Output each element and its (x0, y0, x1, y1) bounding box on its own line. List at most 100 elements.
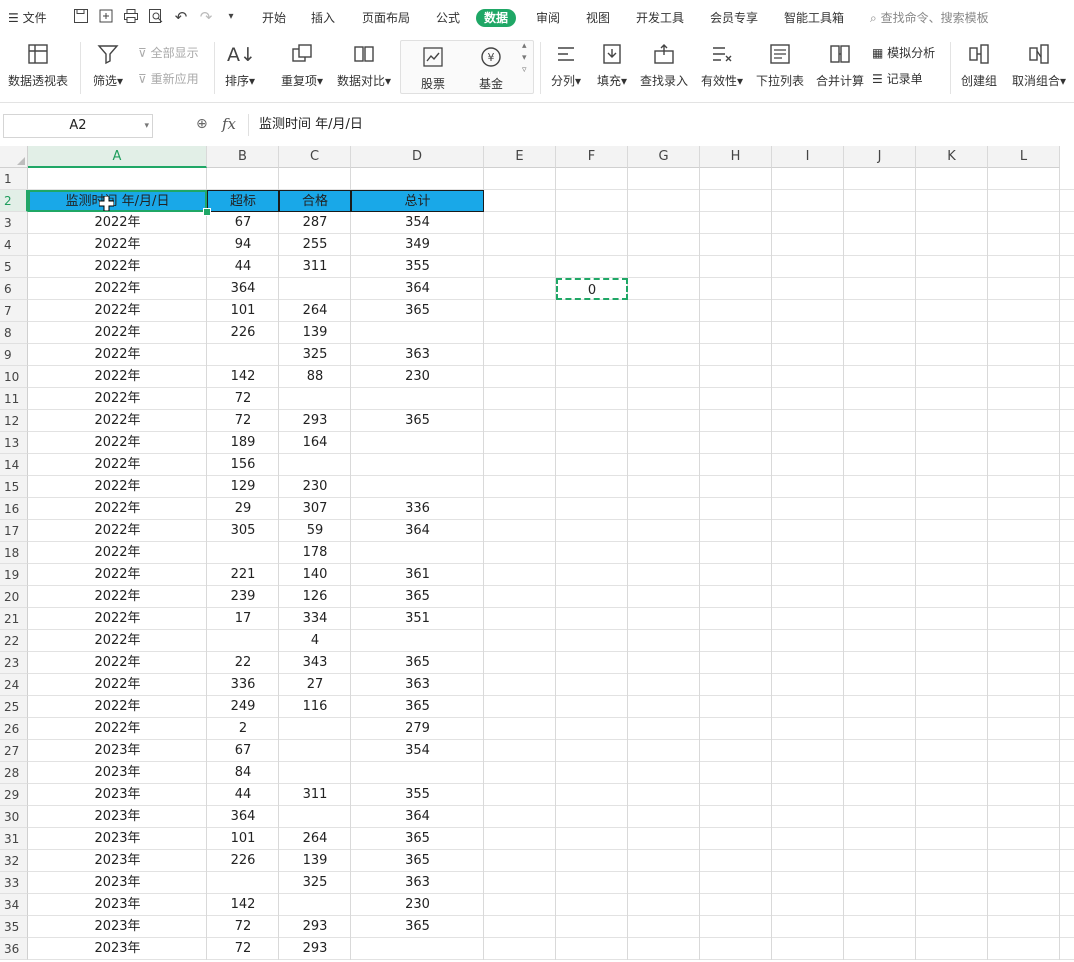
copied-cell-f6[interactable]: 0 (556, 278, 628, 300)
table-cell[interactable]: 361 (351, 564, 484, 586)
what-if-analysis-button[interactable]: ▦ 模拟分析 (872, 44, 935, 61)
table-cell[interactable]: 2022年 (28, 278, 207, 300)
table-cell[interactable]: 279 (351, 718, 484, 740)
row-header-29[interactable]: 29 (0, 784, 28, 806)
chevron-down-icon[interactable]: ▾ (144, 115, 149, 137)
lookup-entry-button[interactable]: 查找录入 (638, 42, 690, 89)
dropdown-list-button[interactable]: 下拉列表 (754, 42, 806, 89)
table-cell[interactable]: 59 (279, 520, 351, 542)
print-preview-icon[interactable] (147, 8, 165, 26)
tab-member[interactable]: 会员专享 (710, 9, 758, 27)
tab-data[interactable]: 数据 (476, 9, 517, 27)
table-cell[interactable]: 226 (207, 850, 279, 872)
zoom-search-icon[interactable]: ⊕ (196, 116, 208, 132)
table-cell[interactable]: 44 (207, 784, 279, 806)
column-header-k[interactable]: K (916, 146, 988, 168)
gallery-scroll-icon[interactable]: ▴ ▾ ▿ (522, 40, 527, 76)
sort-button[interactable]: A↓ 排序▾ (220, 42, 260, 89)
table-cell[interactable]: 2023年 (28, 762, 207, 784)
column-header-h[interactable]: H (700, 146, 772, 168)
chevron-down-icon[interactable]: ▾ (222, 8, 240, 26)
row-header-20[interactable]: 20 (0, 586, 28, 608)
row-header-24[interactable]: 24 (0, 674, 28, 696)
table-cell[interactable]: 363 (351, 674, 484, 696)
row-header-1[interactable]: 1 (0, 168, 28, 190)
table-cell[interactable]: 363 (351, 344, 484, 366)
table-cell[interactable]: 22 (207, 652, 279, 674)
table-cell[interactable]: 2022年 (28, 212, 207, 234)
table-cell[interactable]: 72 (207, 938, 279, 960)
formula-input[interactable]: 监测时间 年/月/日 (248, 114, 1074, 136)
table-cell[interactable]: 2022年 (28, 608, 207, 630)
row-header-30[interactable]: 30 (0, 806, 28, 828)
table-cell[interactable]: 365 (351, 300, 484, 322)
table-cell[interactable]: 67 (207, 740, 279, 762)
table-cell[interactable]: 72 (207, 410, 279, 432)
row-header-32[interactable]: 32 (0, 850, 28, 872)
row-header-14[interactable]: 14 (0, 454, 28, 476)
table-cell[interactable]: 126 (279, 586, 351, 608)
table-cell[interactable]: 2022年 (28, 696, 207, 718)
row-header-19[interactable]: 19 (0, 564, 28, 586)
table-cell[interactable]: 365 (351, 652, 484, 674)
table-cell[interactable]: 343 (279, 652, 351, 674)
table-cell[interactable]: 2023年 (28, 938, 207, 960)
table-cell[interactable]: 88 (279, 366, 351, 388)
header-cell-c2[interactable]: 合格 (279, 190, 351, 212)
table-cell[interactable]: 27 (279, 674, 351, 696)
validity-button[interactable]: 有效性▾ (698, 42, 746, 89)
table-cell[interactable]: 84 (207, 762, 279, 784)
table-cell[interactable]: 364 (207, 806, 279, 828)
save-icon[interactable] (72, 8, 90, 26)
table-cell[interactable]: 226 (207, 322, 279, 344)
consolidate-button[interactable]: 合并计算 (814, 42, 866, 89)
column-header-e[interactable]: E (484, 146, 556, 168)
record-form-button[interactable]: ☰ 记录单 (872, 70, 923, 87)
column-header-d[interactable]: D (351, 146, 484, 168)
table-cell[interactable]: 2022年 (28, 300, 207, 322)
row-header-3[interactable]: 3 (0, 212, 28, 234)
table-cell[interactable]: 264 (279, 300, 351, 322)
table-cell[interactable]: 230 (351, 894, 484, 916)
row-header-33[interactable]: 33 (0, 872, 28, 894)
print-icon[interactable] (122, 8, 140, 26)
table-cell[interactable]: 365 (351, 586, 484, 608)
split-column-button[interactable]: 分列▾ (546, 42, 586, 89)
table-cell[interactable]: 129 (207, 476, 279, 498)
tab-page-layout[interactable]: 页面布局 (362, 9, 410, 27)
reapply-button[interactable]: ⊽ 重新应用 (138, 70, 199, 87)
tab-home[interactable]: 开始 (262, 9, 286, 27)
row-header-26[interactable]: 26 (0, 718, 28, 740)
table-cell[interactable]: 334 (279, 608, 351, 630)
table-cell[interactable]: 142 (207, 366, 279, 388)
table-cell[interactable]: 325 (279, 344, 351, 366)
row-header-12[interactable]: 12 (0, 410, 28, 432)
file-menu[interactable]: ☰ 文件 (8, 9, 47, 27)
row-header-27[interactable]: 27 (0, 740, 28, 762)
table-cell[interactable]: 2023年 (28, 740, 207, 762)
table-cell[interactable]: 2022年 (28, 366, 207, 388)
show-all-button[interactable]: ⊽ 全部显示 (138, 44, 199, 61)
data-compare-button[interactable]: 数据对比▾ (334, 42, 394, 89)
table-cell[interactable]: 44 (207, 256, 279, 278)
table-cell[interactable]: 2022年 (28, 542, 207, 564)
table-cell[interactable]: 142 (207, 894, 279, 916)
tab-formula[interactable]: 公式 (436, 9, 460, 27)
table-cell[interactable]: 239 (207, 586, 279, 608)
export-icon[interactable] (97, 8, 115, 26)
table-cell[interactable]: 2022年 (28, 652, 207, 674)
row-header-35[interactable]: 35 (0, 916, 28, 938)
row-header-15[interactable]: 15 (0, 476, 28, 498)
table-cell[interactable]: 364 (351, 520, 484, 542)
table-cell[interactable]: 230 (279, 476, 351, 498)
table-cell[interactable]: 2022年 (28, 454, 207, 476)
row-header-28[interactable]: 28 (0, 762, 28, 784)
tab-view[interactable]: 视图 (586, 9, 610, 27)
table-cell[interactable]: 255 (279, 234, 351, 256)
table-cell[interactable]: 156 (207, 454, 279, 476)
table-cell[interactable]: 311 (279, 256, 351, 278)
row-header-17[interactable]: 17 (0, 520, 28, 542)
table-cell[interactable]: 94 (207, 234, 279, 256)
row-header-7[interactable]: 7 (0, 300, 28, 322)
table-cell[interactable]: 2023年 (28, 894, 207, 916)
